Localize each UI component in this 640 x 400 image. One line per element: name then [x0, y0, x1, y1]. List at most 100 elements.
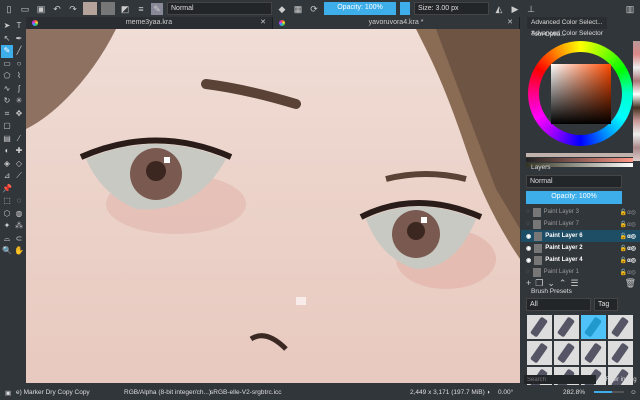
- brush-preset-selected[interactable]: [580, 314, 607, 340]
- magnetic-select-icon[interactable]: ⊂: [13, 233, 25, 246]
- freehand-select-icon[interactable]: ◍: [13, 208, 25, 221]
- pattern-icon[interactable]: ≡: [135, 3, 147, 15]
- brush-preset[interactable]: [580, 340, 607, 366]
- eye-icon[interactable]: ◉: [526, 233, 531, 240]
- swap-colors-icon[interactable]: ◩: [119, 3, 131, 15]
- layer-opacity-slider[interactable]: Opacity: 100%: [526, 191, 622, 204]
- polyline-icon[interactable]: ⌇: [13, 70, 25, 83]
- tab-meme3yaa[interactable]: meme3yaa.kra ✕: [26, 17, 273, 29]
- contiguous-select-icon[interactable]: ✦: [1, 220, 13, 233]
- brush-preset[interactable]: [553, 314, 580, 340]
- bezier-icon[interactable]: ∿: [1, 83, 13, 96]
- layer-lock-alpha-icons[interactable]: 🔓α◎: [620, 209, 636, 216]
- polygon-select-icon[interactable]: ⬡: [1, 208, 13, 221]
- enclose-fill-icon[interactable]: ◇: [13, 158, 25, 171]
- brush-preset[interactable]: [607, 340, 634, 366]
- brush-preset-icon[interactable]: ✎: [151, 2, 163, 15]
- smart-patch-icon[interactable]: ✚: [13, 145, 25, 158]
- opacity-slider[interactable]: Opacity: 100%: [324, 2, 396, 15]
- rotation-icon[interactable]: ◑: [486, 389, 490, 396]
- select-shape-icon[interactable]: ➤: [1, 20, 13, 33]
- layer-row[interactable]: ◉ Paint Layer 2 🔓α◎: [521, 242, 640, 254]
- layer-row[interactable]: ◉ Paint Layer 4 🔓α◎: [521, 254, 640, 266]
- eye-hidden-icon[interactable]: ◌: [526, 221, 530, 227]
- saturation-value-square[interactable]: [551, 64, 611, 124]
- close-icon[interactable]: ✕: [507, 17, 513, 29]
- brush-preset[interactable]: [553, 340, 580, 366]
- new-document-icon[interactable]: ▯: [3, 3, 15, 15]
- measure-icon[interactable]: ⟋: [13, 170, 25, 183]
- brush-preset[interactable]: [607, 314, 634, 340]
- calligraphy-icon[interactable]: ✒: [13, 33, 25, 46]
- zoom-icon[interactable]: 🔍: [1, 245, 13, 258]
- painting-canvas[interactable]: [26, 29, 520, 383]
- tab-advanced-color-selector[interactable]: Advanced Color Select...: [527, 17, 607, 29]
- alpha-lock-icon[interactable]: ▦: [292, 3, 304, 15]
- open-icon[interactable]: ▭: [19, 3, 31, 15]
- undo-icon[interactable]: ↶: [51, 3, 63, 15]
- close-icon[interactable]: ✕: [260, 17, 266, 29]
- multibrush-icon[interactable]: ✳: [13, 95, 25, 108]
- workspace-icon[interactable]: ▥: [624, 3, 636, 15]
- mirror-horizontal-icon[interactable]: ◭: [493, 3, 505, 15]
- ellipse-select-icon[interactable]: ◌: [13, 195, 25, 208]
- size-slider[interactable]: Size: 3.00 px: [414, 2, 489, 15]
- transform-icon[interactable]: ▢: [1, 120, 13, 133]
- similar-select-icon[interactable]: ⁂: [13, 220, 25, 233]
- line-tool-icon[interactable]: ╱: [13, 45, 25, 58]
- reference-icon[interactable]: 📌: [1, 183, 13, 196]
- layer-lock-alpha-icons[interactable]: 🔓α◎: [620, 245, 636, 252]
- freehand-brush-icon[interactable]: ✎: [1, 45, 13, 58]
- eye-hidden-icon[interactable]: ◌: [526, 209, 530, 215]
- tab-yavoruvora4[interactable]: yavoruvora4.kra * ✕: [273, 17, 520, 29]
- eye-icon[interactable]: ◉: [526, 245, 531, 252]
- reload-preset-icon[interactable]: ⟳: [308, 3, 320, 15]
- layer-row[interactable]: ◌ Paint Layer 1 🔓α◎: [521, 266, 640, 278]
- layer-row[interactable]: ◉ Paint Layer 6 🔓α◎: [521, 230, 640, 242]
- layer-lock-alpha-icons[interactable]: 🔓α◎: [620, 269, 636, 276]
- assistant-icon[interactable]: ⊿: [1, 170, 13, 183]
- filter-in-tag-checkbox[interactable]: ✓ Filter in Tag: [599, 376, 637, 383]
- rectangle-tool-icon[interactable]: ▭: [1, 58, 13, 71]
- gradient-icon[interactable]: ▤: [1, 133, 13, 146]
- rect-select-icon[interactable]: ⬚: [1, 195, 13, 208]
- color-palette-strip[interactable]: [633, 41, 640, 161]
- text-tool-icon[interactable]: T: [13, 20, 25, 33]
- zoom-slider[interactable]: [594, 391, 624, 393]
- eye-icon[interactable]: ◉: [526, 257, 531, 264]
- ellipse-tool-icon[interactable]: ○: [13, 58, 25, 71]
- fill-icon[interactable]: ◈: [1, 158, 13, 171]
- edit-shape-icon[interactable]: ↖: [1, 33, 13, 46]
- bezier-select-icon[interactable]: ⌓: [1, 233, 13, 246]
- shade-slider[interactable]: [526, 158, 633, 162]
- color-picker-icon[interactable]: ⁄: [13, 133, 25, 146]
- mirror-vertical-icon[interactable]: ▶: [509, 3, 521, 15]
- layer-lock-alpha-icons[interactable]: 🔓α◎: [620, 221, 636, 228]
- brush-preset[interactable]: [526, 340, 553, 366]
- freehand-path-icon[interactable]: ʃ: [13, 83, 25, 96]
- wrap-around-icon[interactable]: ⊥: [525, 3, 537, 15]
- brush-filter-select[interactable]: All: [526, 298, 591, 311]
- move-icon[interactable]: ✥: [13, 108, 25, 121]
- dynamic-brush-icon[interactable]: ↻: [1, 95, 13, 108]
- foreground-color-swatch[interactable]: [83, 2, 97, 15]
- layer-row[interactable]: ◌ Paint Layer 7 🔓α◎: [521, 218, 640, 230]
- layer-lock-alpha-icons[interactable]: 🔓α◎: [620, 257, 636, 264]
- hue-ring[interactable]: [528, 41, 633, 146]
- color-history-bar[interactable]: [526, 153, 633, 157]
- polygon-tool-icon[interactable]: ⬠: [1, 70, 13, 83]
- canvas-only-icon[interactable]: ☺: [630, 389, 637, 396]
- tag-button[interactable]: Tag: [594, 298, 618, 311]
- brush-search-input[interactable]: [524, 375, 596, 384]
- crop-icon[interactable]: ⌗: [1, 108, 13, 121]
- pan-icon[interactable]: ✋: [13, 245, 25, 258]
- layer-row[interactable]: ◌ Paint Layer 3 🔓α◎: [521, 206, 640, 218]
- layer-lock-alpha-icons[interactable]: 🔓α◎: [620, 233, 636, 240]
- eraser-icon[interactable]: ◆: [276, 3, 288, 15]
- save-icon[interactable]: ▣: [35, 3, 47, 15]
- brush-preset[interactable]: [526, 314, 553, 340]
- background-color-swatch[interactable]: [101, 2, 115, 15]
- blend-mode-select[interactable]: Normal: [167, 2, 272, 15]
- eye-hidden-icon[interactable]: ◌: [526, 269, 530, 275]
- redo-icon[interactable]: ↷: [67, 3, 79, 15]
